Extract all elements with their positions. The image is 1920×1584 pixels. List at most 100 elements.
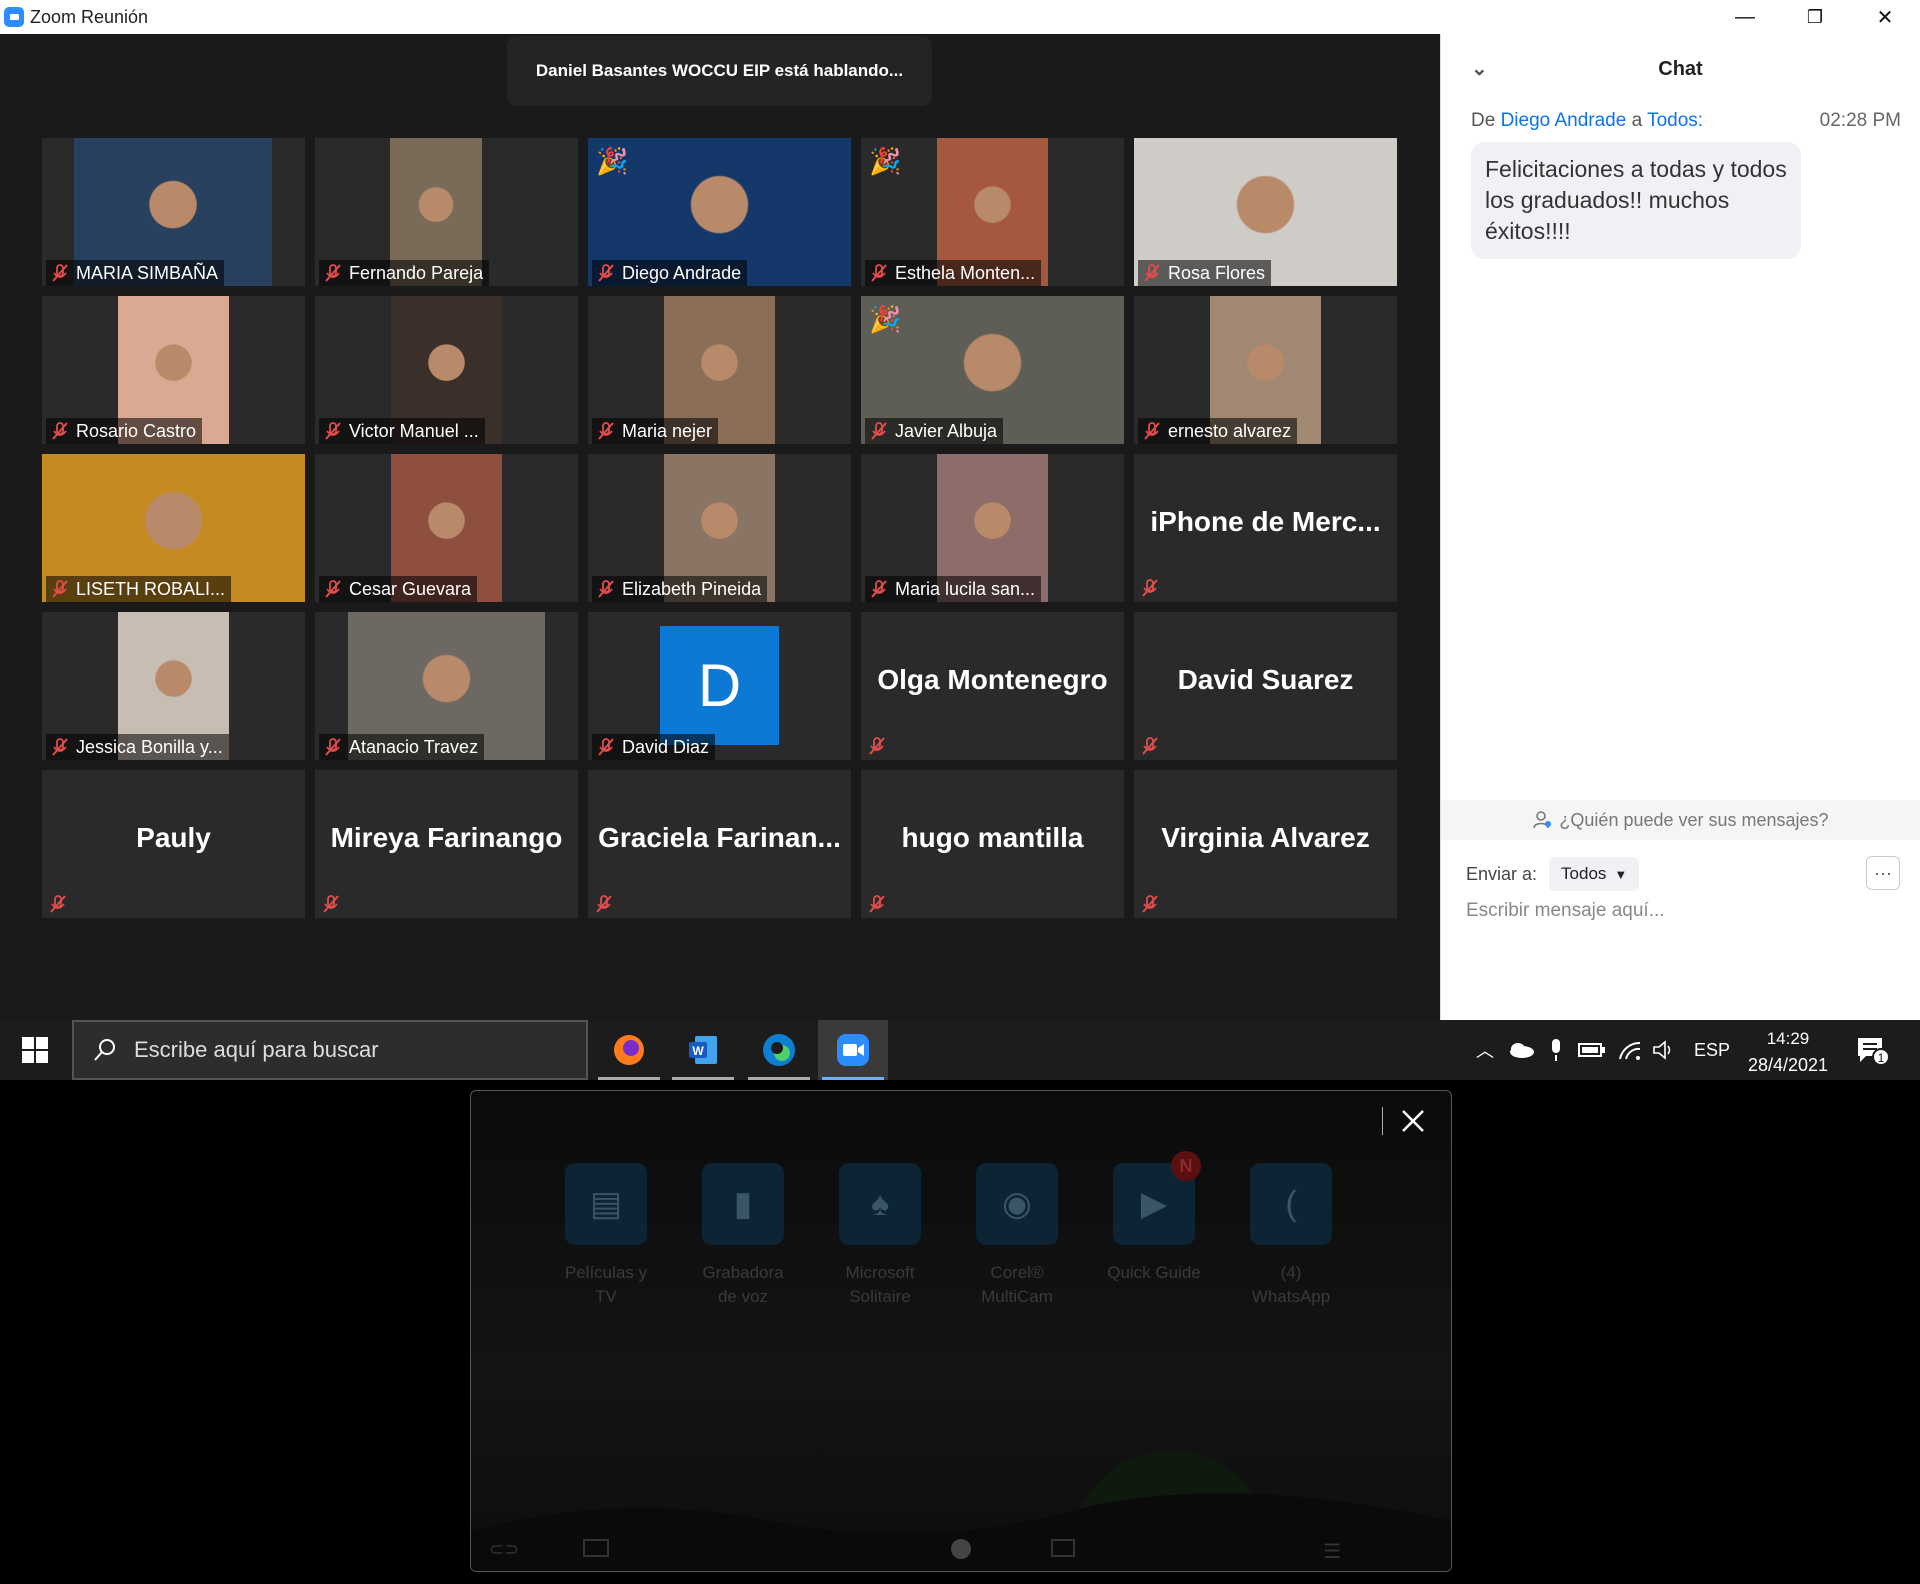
launcher-app[interactable]: ◉ Corel® MultiCam — [962, 1163, 1072, 1309]
sliders-icon[interactable]: ☰ — [1323, 1539, 1341, 1564]
chat-message-input[interactable]: Escribir mensaje aquí... — [1466, 900, 1665, 922]
participant-tile[interactable]: Esthela Monten... 🎉 — [861, 138, 1124, 286]
participant-name: Graciela Farinan... — [598, 822, 841, 853]
chat-panel: ⌄ Chat De Diego Andrade a Todos: 02:28 P… — [1440, 34, 1920, 1020]
close-button[interactable]: ✕ — [1850, 0, 1920, 34]
participant-name: LISETH ROBALI... — [76, 578, 226, 599]
participant-tile[interactable]: Cesar Guevara — [315, 454, 578, 602]
participant-tile[interactable]: David Suarez — [1134, 612, 1397, 760]
launcher-app[interactable]: ♠ Microsoft Solitaire — [825, 1163, 935, 1309]
mic-muted-icon — [1140, 894, 1160, 914]
meeting-gallery: Daniel Basantes WOCCU EIP está hablando.… — [0, 34, 1440, 1020]
onedrive-icon[interactable] — [1506, 1040, 1536, 1060]
screen-icon[interactable] — [583, 1539, 609, 1557]
svg-text:W: W — [692, 1044, 704, 1058]
message-prefix: De — [1471, 110, 1496, 131]
participant-tile[interactable]: Victor Manuel ... — [315, 296, 578, 444]
participant-tile[interactable]: D David Diaz — [588, 612, 851, 760]
participant-tile[interactable]: Virginia Alvarez — [1134, 770, 1397, 918]
participant-name-tag: ernesto alvarez — [1138, 418, 1298, 444]
participant-tile[interactable]: Elizabeth Pineida — [588, 454, 851, 602]
participant-name-tag: Atanacio Travez — [319, 734, 485, 760]
restore-button[interactable]: ❐ — [1780, 0, 1850, 34]
battery-icon[interactable] — [1578, 1041, 1606, 1059]
participant-name: Javier Albuja — [895, 420, 998, 441]
wifi-icon[interactable] — [1618, 1039, 1642, 1061]
taskbar-search-box[interactable]: Escribe aquí para buscar — [72, 1020, 588, 1080]
search-placeholder: Escribe aquí para buscar — [134, 1037, 379, 1062]
minimize-button[interactable]: — — [1710, 0, 1780, 34]
participant-tile[interactable]: Mireya Farinango — [315, 770, 578, 918]
participant-tile[interactable]: LISETH ROBALI... — [42, 454, 305, 602]
participant-tile[interactable]: MARIA SIMBAÑA — [42, 138, 305, 286]
reaction-icon: 🎉 — [596, 146, 629, 176]
participant-name-tag: Victor Manuel ... — [319, 418, 485, 444]
mic-muted-icon — [323, 421, 343, 441]
participant-name: David Diaz — [622, 736, 710, 757]
action-center-button[interactable]: 1 — [1856, 1036, 1890, 1071]
app-label-line2: de voz — [717, 1287, 769, 1306]
message-recipient[interactable]: Todos — [1647, 110, 1698, 131]
mic-muted-icon — [1142, 263, 1162, 283]
taskbar-clock[interactable]: 14:29 28/4/2021 — [1738, 1026, 1838, 1078]
recipient-dropdown[interactable]: Todos ▼ — [1549, 857, 1640, 891]
app-icon: ▶ N — [1113, 1151, 1201, 1245]
launcher-app[interactable]: ▤ Películas y TV — [551, 1163, 661, 1309]
app-icon: ( — [1250, 1163, 1332, 1245]
message-sender[interactable]: Diego Andrade — [1501, 110, 1627, 131]
more-options-button[interactable]: ··· — [1866, 856, 1900, 890]
taskbar-edge[interactable] — [744, 1020, 814, 1080]
participant-tile[interactable]: Maria nejer — [588, 296, 851, 444]
app-label: Grabadora de voz — [688, 1261, 798, 1309]
participant-name-tag: Rosa Flores — [1138, 260, 1272, 286]
app-label: Películas y TV — [551, 1261, 661, 1309]
mic-muted-icon — [323, 737, 343, 757]
microphone-icon[interactable] — [1546, 1037, 1566, 1063]
launcher-app[interactable]: ▮ Grabadora de voz — [688, 1163, 798, 1309]
participant-tile[interactable]: Jessica Bonilla y... — [42, 612, 305, 760]
taskbar-zoom[interactable] — [818, 1020, 888, 1080]
participant-tile[interactable]: Javier Albuja 🎉 — [861, 296, 1124, 444]
participant-tile[interactable]: Pauly — [42, 770, 305, 918]
launcher-app[interactable]: ((4) WhatsApp — [1236, 1163, 1346, 1309]
active-speaker-banner: Daniel Basantes WOCCU EIP está hablando.… — [507, 36, 932, 106]
send-to-row: Enviar a: Todos ▼ — [1466, 857, 1640, 891]
participant-tile[interactable]: hugo mantilla — [861, 770, 1124, 918]
chevron-down-icon[interactable]: ⌄ — [1471, 56, 1488, 81]
participant-tile[interactable]: Rosa Flores — [1134, 138, 1397, 286]
input-language[interactable]: ESP — [1694, 1040, 1730, 1061]
launcher-app[interactable]: ▶ N Quick Guide — [1099, 1151, 1209, 1285]
participant-tile[interactable]: Olga Montenegro — [861, 612, 1124, 760]
participant-name: Rosa Flores — [1168, 262, 1266, 283]
window-titlebar: Zoom Reunión — ❐ ✕ — [0, 0, 1920, 34]
participant-name-tag: Maria nejer — [592, 418, 719, 444]
who-can-see-link[interactable]: ¿Quién puede ver sus mensajes? — [1441, 800, 1920, 840]
participant-name: Olga Montenegro — [877, 664, 1108, 695]
close-icon[interactable] — [1397, 1105, 1429, 1137]
participant-tile[interactable]: Graciela Farinan... — [588, 770, 851, 918]
firefox-icon — [614, 1035, 644, 1065]
participant-tile[interactable]: Diego Andrade 🎉 — [588, 138, 851, 286]
bottom-area: ▤ Películas y TV ▮ Grabadora de voz ♠ Microsoft… — [0, 1080, 1920, 1584]
taskbar-word[interactable]: W — [668, 1020, 738, 1080]
windows-start-button[interactable] — [22, 1037, 48, 1063]
reaction-icon: 🎉 — [869, 304, 902, 334]
chevron-up-icon[interactable]: ︿ — [1472, 1037, 1498, 1063]
link-icon[interactable]: ⊂⊃ — [489, 1539, 519, 1560]
mic-muted-icon — [596, 579, 616, 599]
chat-title: Chat — [1658, 57, 1703, 80]
participant-tile[interactable]: Maria lucila san... — [861, 454, 1124, 602]
mic-muted-icon — [596, 737, 616, 757]
slider-handle[interactable] — [951, 1539, 971, 1559]
volume-icon[interactable] — [1652, 1039, 1676, 1061]
participant-tile[interactable]: iPhone de Merc... — [1134, 454, 1397, 602]
taskbar-firefox[interactable] — [594, 1020, 664, 1080]
app-label-line2: Solitaire — [849, 1287, 911, 1306]
participant-tile[interactable]: Rosario Castro — [42, 296, 305, 444]
window-icon[interactable] — [1051, 1539, 1075, 1557]
participant-name-tag: Esthela Monten... — [865, 260, 1042, 286]
participant-tile[interactable]: Atanacio Travez — [315, 612, 578, 760]
mic-muted-icon — [869, 263, 889, 283]
participant-tile[interactable]: Fernando Pareja — [315, 138, 578, 286]
participant-tile[interactable]: ernesto alvarez — [1134, 296, 1397, 444]
